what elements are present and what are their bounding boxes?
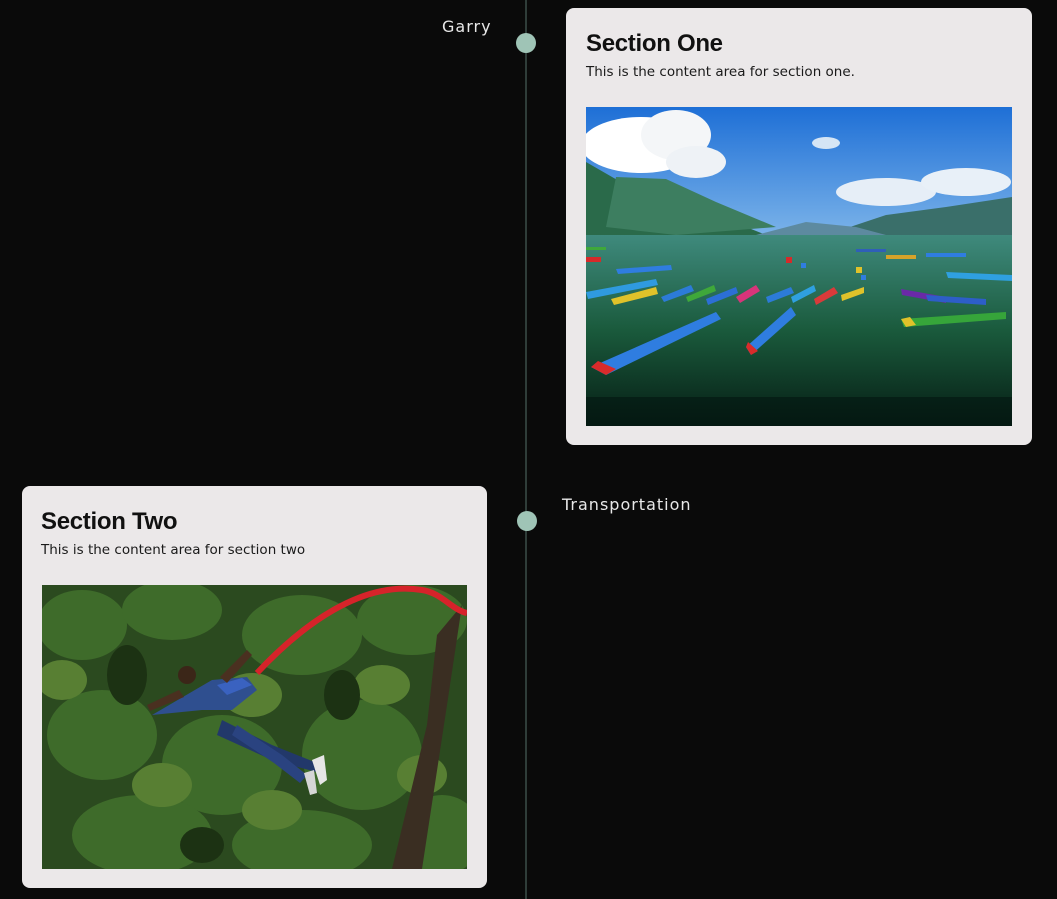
card-title: Section One <box>586 30 723 57</box>
card-text: This is the content area for section one… <box>586 64 855 80</box>
timeline-dot <box>517 511 537 531</box>
card-title: Section Two <box>41 508 178 535</box>
lake-boats-image <box>586 107 1012 426</box>
timeline-label-garry: Garry <box>442 17 492 36</box>
section-one-card: Section One This is the content area for… <box>566 8 1032 445</box>
section-two-card: Section Two This is the content area for… <box>22 486 487 888</box>
card-text: This is the content area for section two <box>41 542 306 558</box>
timeline-line <box>525 0 527 899</box>
bungee-jump-image <box>42 585 467 869</box>
timeline-label-transportation: Transportation <box>562 495 692 514</box>
timeline-dot <box>516 33 536 53</box>
